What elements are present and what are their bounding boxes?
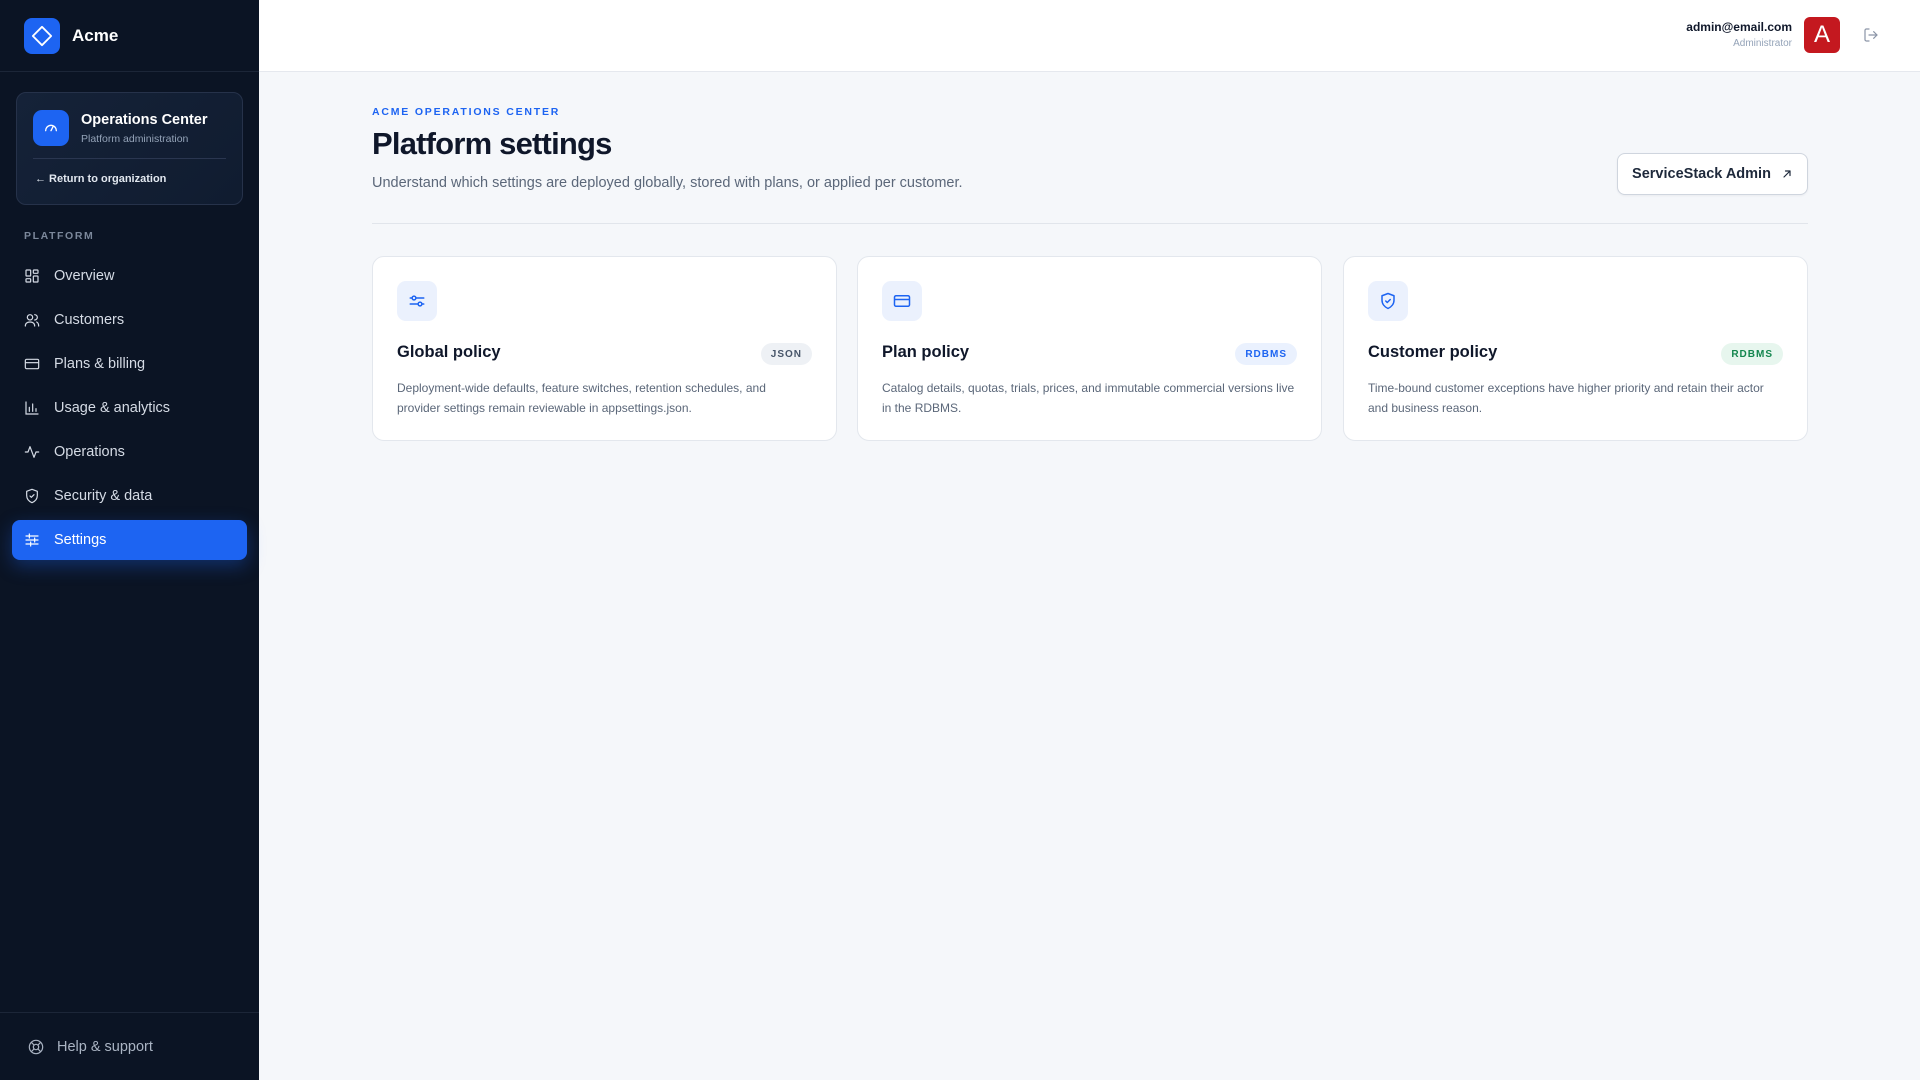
credit-card-icon bbox=[882, 281, 922, 321]
sidebar-item-label: Customers bbox=[54, 312, 125, 328]
policy-card-global: Global policy JSON Deployment-wide defau… bbox=[372, 256, 837, 441]
sidebar-nav: Overview Customers Plans & billing Usage… bbox=[12, 256, 247, 564]
sidebar-item-label: Overview bbox=[54, 268, 115, 284]
card-description: Deployment-wide defaults, feature switch… bbox=[397, 381, 766, 415]
logout-icon[interactable] bbox=[1862, 26, 1880, 44]
sidebar-item-usage-analytics[interactable]: Usage & analytics bbox=[12, 388, 247, 428]
storage-badge: RDBMS bbox=[1721, 343, 1783, 365]
card-description: Time-bound customer exceptions have high… bbox=[1368, 381, 1764, 415]
sidebar-item-operations[interactable]: Operations bbox=[12, 432, 247, 472]
sidebar-item-settings[interactable]: Settings bbox=[12, 520, 247, 560]
card-title: Customer policy bbox=[1368, 343, 1498, 361]
servicestack-admin-label: ServiceStack Admin bbox=[1632, 166, 1771, 182]
page-eyebrow: ACME OPERATIONS CENTER bbox=[372, 106, 561, 118]
help-support-link[interactable]: Help & support bbox=[0, 1012, 259, 1080]
credit-card-icon bbox=[24, 356, 40, 372]
dashboard-icon bbox=[24, 268, 40, 284]
sidebar-item-label: Security & data bbox=[54, 488, 153, 504]
ops-card-subtitle: Platform administration bbox=[81, 133, 189, 145]
sidebar-item-plans-billing[interactable]: Plans & billing bbox=[12, 344, 247, 384]
storage-badge: RDBMS bbox=[1235, 343, 1297, 365]
sliders-icon bbox=[397, 281, 437, 321]
storage-badge: JSON bbox=[760, 343, 812, 365]
sliders-icon bbox=[24, 532, 40, 548]
acme-logo-icon bbox=[24, 17, 60, 54]
sidebar-item-label: Usage & analytics bbox=[54, 400, 171, 416]
shield-check-icon bbox=[1368, 281, 1408, 321]
external-link-arrow-icon bbox=[1781, 168, 1793, 180]
sidebar: Acme Operations Center Platform administ… bbox=[0, 0, 259, 1080]
user-info: admin@email.com Administrator bbox=[1686, 20, 1792, 49]
top-bar: admin@email.com Administrator A bbox=[259, 0, 1920, 72]
sidebar-section-label: PLATFORM bbox=[24, 230, 95, 242]
page-description: Understand which settings are deployed g… bbox=[372, 175, 963, 191]
sidebar-item-customers[interactable]: Customers bbox=[12, 300, 247, 340]
user-role: Administrator bbox=[1733, 38, 1792, 49]
bar-chart-icon bbox=[24, 400, 40, 416]
activity-icon bbox=[24, 444, 40, 460]
life-buoy-icon bbox=[27, 1038, 45, 1056]
return-to-organization-link[interactable]: ← Return to organization bbox=[17, 159, 242, 185]
gauge-icon bbox=[33, 110, 69, 146]
header-divider bbox=[372, 223, 1808, 224]
page-title: Platform settings bbox=[372, 126, 612, 161]
card-title: Global policy bbox=[397, 343, 501, 361]
servicestack-admin-button[interactable]: ServiceStack Admin bbox=[1617, 153, 1808, 195]
user-email: admin@email.com bbox=[1686, 20, 1792, 34]
operations-center-card: Operations Center Platform administratio… bbox=[16, 92, 243, 205]
policy-card-customer: Customer policy RDBMS Time-bound custome… bbox=[1343, 256, 1808, 441]
users-icon bbox=[24, 312, 40, 328]
sidebar-item-label: Plans & billing bbox=[54, 356, 146, 372]
brand-name: Acme bbox=[72, 25, 119, 45]
avatar[interactable]: A bbox=[1804, 17, 1840, 53]
card-title: Plan policy bbox=[882, 343, 970, 361]
card-description: Catalog details, quotas, trials, prices,… bbox=[882, 381, 1295, 415]
help-support-label: Help & support bbox=[57, 1038, 153, 1055]
brand[interactable]: Acme bbox=[0, 0, 259, 72]
shield-check-icon bbox=[24, 488, 40, 504]
sidebar-item-label: Operations bbox=[54, 444, 125, 460]
sidebar-item-security-data[interactable]: Security & data bbox=[12, 476, 247, 516]
sidebar-item-overview[interactable]: Overview bbox=[12, 256, 247, 296]
policy-card-plan: Plan policy RDBMS Catalog details, quota… bbox=[857, 256, 1322, 441]
sidebar-item-label: Settings bbox=[54, 532, 107, 548]
ops-card-title: Operations Center bbox=[81, 112, 208, 128]
